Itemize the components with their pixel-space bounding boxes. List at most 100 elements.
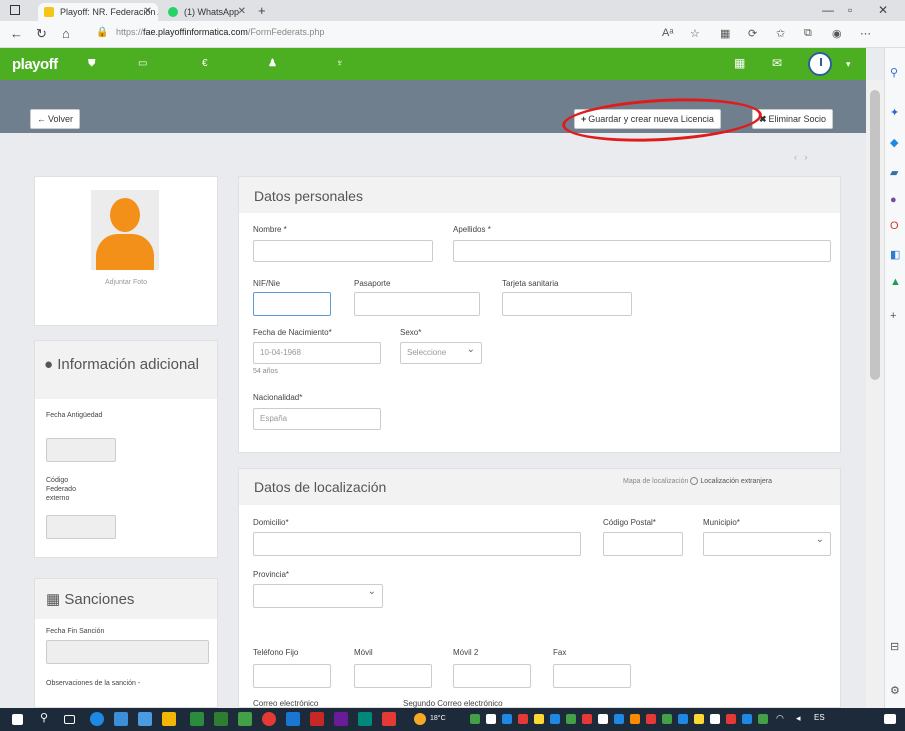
home-icon[interactable]: ⌂ xyxy=(62,26,70,41)
profile-icon[interactable]: ◉ xyxy=(832,27,842,40)
fax-input[interactable] xyxy=(553,664,631,688)
user-avatar-clock-icon[interactable] xyxy=(808,52,832,76)
tray-icon[interactable] xyxy=(758,714,768,724)
chevron-down-icon[interactable]: ▾ xyxy=(846,59,851,70)
chrome-icon[interactable] xyxy=(262,712,276,726)
tray-icon[interactable] xyxy=(582,714,592,724)
address-input[interactable] xyxy=(253,532,581,556)
save-and-new-license-button[interactable]: + Guardar y crear nueva Licencia xyxy=(574,109,721,129)
new-tab-icon[interactable]: + xyxy=(258,3,266,19)
nav-item-federados[interactable]: ♟ xyxy=(268,58,280,69)
nav-item-licencias[interactable]: ▭ xyxy=(138,58,150,69)
tray-icon[interactable] xyxy=(534,714,544,724)
back-arrow-icon[interactable]: ← xyxy=(10,26,23,41)
refresh-ext-icon[interactable]: ⟳ xyxy=(748,27,757,40)
tray-icon[interactable] xyxy=(598,714,608,724)
tab-actions-icon[interactable] xyxy=(10,5,20,15)
attach-photo-link[interactable]: Adjuntar Foto xyxy=(92,279,160,286)
favorites-icon[interactable]: ✩ xyxy=(776,27,785,40)
maximize-icon[interactable]: ▫ xyxy=(848,3,852,17)
word-icon[interactable] xyxy=(286,712,300,726)
mobile2-input[interactable] xyxy=(453,664,531,688)
tray-icon[interactable] xyxy=(566,714,576,724)
tray-icon[interactable] xyxy=(678,714,688,724)
windows-start-icon[interactable] xyxy=(12,714,23,725)
nav-item-competiciones[interactable]: ♆ xyxy=(336,58,347,69)
tag-icon[interactable]: ◆ xyxy=(890,136,898,149)
back-button[interactable]: ← Volver xyxy=(30,109,81,129)
close-tab-icon[interactable]: ✕ xyxy=(144,3,152,21)
tray-icon[interactable] xyxy=(614,714,624,724)
scrollbar-thumb[interactable] xyxy=(870,90,880,380)
postal-code-input[interactable] xyxy=(603,532,683,556)
tray-icon[interactable] xyxy=(486,714,496,724)
nav-item-abonos[interactable]: € xyxy=(202,58,211,69)
office-icon[interactable]: O xyxy=(890,220,899,232)
settings-icon[interactable]: ⚙ xyxy=(890,684,900,697)
split-view-icon[interactable]: ⊟ xyxy=(890,640,899,653)
stats-icon[interactable]: ▦ xyxy=(734,56,745,70)
wifi-icon[interactable]: ◠ xyxy=(776,713,790,727)
tray-icon[interactable] xyxy=(742,714,752,724)
tree-icon[interactable]: ▲ xyxy=(890,276,901,288)
url-field[interactable]: https://fae.playoffinformatica.com/FormF… xyxy=(116,27,324,37)
mobile-input[interactable] xyxy=(354,664,432,688)
browser-tab-whatsapp[interactable]: (1) WhatsApp ✕ xyxy=(162,3,252,21)
tray-icon[interactable] xyxy=(662,714,672,724)
first-name-input[interactable] xyxy=(253,240,433,262)
tray-icon[interactable] xyxy=(502,714,512,724)
browser-tab-playoff[interactable]: Playoff: NR. Federación Andalu... ✕ xyxy=(38,3,158,21)
app-green-icon[interactable] xyxy=(190,712,204,726)
external-member-code-input[interactable] xyxy=(46,515,116,539)
delete-member-button[interactable]: ✖ Eliminar Socio xyxy=(752,109,834,129)
edge-browser-icon[interactable] xyxy=(90,712,104,726)
app-red-icon[interactable] xyxy=(382,712,396,726)
add-sidebar-icon[interactable]: + xyxy=(890,310,896,322)
nationality-input[interactable]: España xyxy=(253,408,381,430)
excel-icon[interactable] xyxy=(214,712,228,726)
tray-icon[interactable] xyxy=(710,714,720,724)
sparkle-icon[interactable]: ✦ xyxy=(890,106,899,119)
briefcase-icon[interactable]: ▰ xyxy=(890,166,898,179)
close-tab-icon[interactable]: ✕ xyxy=(238,3,246,21)
reload-icon[interactable]: ↻ xyxy=(36,26,47,42)
search-icon[interactable]: ⚲ xyxy=(890,66,898,79)
landline-input[interactable] xyxy=(253,664,331,688)
app-teal-icon[interactable] xyxy=(358,712,372,726)
page-scrollbar[interactable] xyxy=(866,80,884,708)
outlook-icon[interactable]: ◧ xyxy=(890,248,900,261)
weather-temperature[interactable]: 18°C xyxy=(430,715,446,722)
app-icon[interactable] xyxy=(238,712,252,726)
favorite-add-icon[interactable]: ☆ xyxy=(690,27,700,40)
minimize-icon[interactable]: — xyxy=(822,3,834,17)
record-pager[interactable]: ‹ › xyxy=(794,152,808,162)
seniority-date-input[interactable] xyxy=(46,438,116,462)
volume-icon[interactable]: ◂ xyxy=(796,713,810,727)
notifications-icon[interactable] xyxy=(884,714,896,724)
foreign-location-radio[interactable] xyxy=(690,477,699,485)
sex-select[interactable]: Seleccione xyxy=(400,342,482,364)
store-icon[interactable] xyxy=(138,712,152,726)
avatar-placeholder[interactable] xyxy=(91,190,159,270)
sanction-end-date-input[interactable] xyxy=(46,640,209,664)
birth-date-input[interactable]: 10-04-1968 xyxy=(253,342,381,364)
people-icon[interactable]: ● xyxy=(890,194,897,206)
health-card-input[interactable] xyxy=(502,292,632,316)
file-explorer-icon[interactable] xyxy=(114,712,128,726)
tray-icon[interactable] xyxy=(630,714,640,724)
tray-icon[interactable] xyxy=(694,714,704,724)
location-map-link[interactable]: Mapa de localización Localización extranj… xyxy=(623,477,772,485)
read-aloud-icon[interactable]: Aᵃ xyxy=(662,27,673,39)
nav-item-otros[interactable] xyxy=(436,58,439,69)
province-select[interactable] xyxy=(253,584,383,608)
search-icon[interactable]: ⚲ xyxy=(40,711,54,725)
passport-input[interactable] xyxy=(354,292,480,316)
tray-icon[interactable] xyxy=(550,714,560,724)
pdf-icon[interactable] xyxy=(310,712,324,726)
tray-icon[interactable] xyxy=(518,714,528,724)
tray-icon[interactable] xyxy=(726,714,736,724)
menu-dots-icon[interactable]: ⋯ xyxy=(860,27,871,40)
folder-icon[interactable] xyxy=(162,712,176,726)
tray-icon[interactable] xyxy=(646,714,656,724)
collections-icon[interactable]: ⧉ xyxy=(804,27,812,40)
